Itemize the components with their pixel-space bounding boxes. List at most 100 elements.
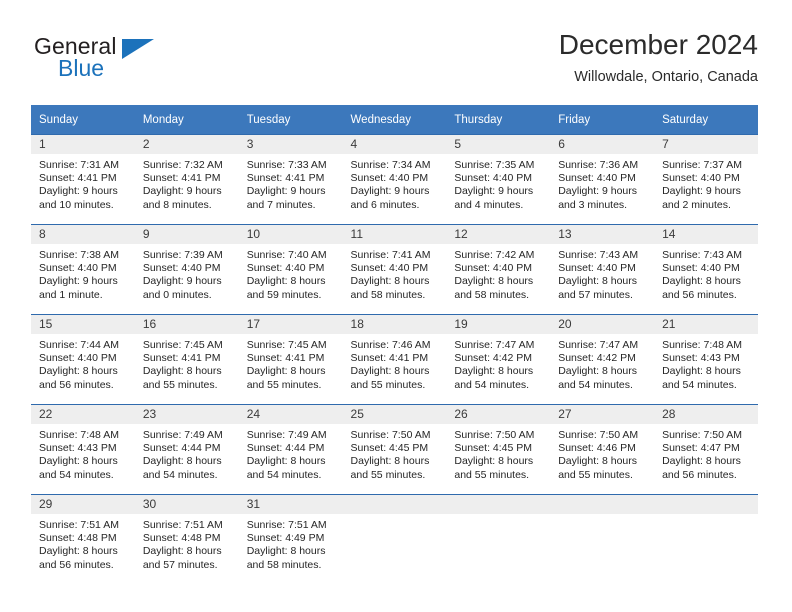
sunrise-text: Sunrise: 7:44 AM [39, 339, 119, 351]
calendar-cell: 22 Sunrise: 7:48 AM Sunset: 4:43 PM Dayl… [31, 404, 135, 494]
daylight-text-line2: and 56 minutes. [39, 378, 114, 391]
day-cell[interactable]: 20 Sunrise: 7:47 AM Sunset: 4:42 PM Dayl… [550, 314, 655, 404]
triangle-icon [122, 39, 154, 59]
day-cell[interactable]: 24 Sunrise: 7:49 AM Sunset: 4:44 PM Dayl… [238, 404, 343, 494]
daylight-text-line1: Daylight: 8 hours [558, 275, 638, 288]
calendar-cell: 2 Sunrise: 7:32 AM Sunset: 4:41 PM Dayli… [134, 134, 239, 224]
daylight-text-line2: and 54 minutes. [246, 468, 322, 481]
daylight-text-line2: and 54 minutes. [662, 378, 737, 391]
daylight-text-line2: and 55 minutes. [142, 378, 218, 391]
day-cell[interactable]: 31 Sunrise: 7:51 AM Sunset: 4:49 PM Dayl… [238, 494, 343, 584]
sunrise-text: Sunrise: 7:31 AM [39, 159, 119, 171]
day-details: Sunrise: 7:51 AM Sunset: 4:48 PM Dayligh… [31, 514, 135, 572]
sunset-text: Sunset: 4:41 PM [39, 172, 117, 185]
calendar-cell: 14 Sunrise: 7:43 AM Sunset: 4:40 PM Dayl… [654, 224, 758, 314]
daylight-text-line1: Daylight: 8 hours [558, 455, 638, 468]
day-cell[interactable]: 29 Sunrise: 7:51 AM Sunset: 4:48 PM Dayl… [31, 494, 135, 584]
day-cell[interactable]: 30 Sunrise: 7:51 AM Sunset: 4:48 PM Dayl… [134, 494, 239, 584]
sunrise-text: Sunrise: 7:41 AM [350, 249, 431, 261]
day-cell[interactable]: 16 Sunrise: 7:45 AM Sunset: 4:41 PM Dayl… [134, 314, 239, 404]
day-number: 31 [238, 495, 343, 514]
day-cell[interactable]: 28 Sunrise: 7:50 AM Sunset: 4:47 PM Dayl… [654, 404, 758, 494]
sunset-text: Sunset: 4:40 PM [558, 172, 636, 185]
day-cell[interactable]: 18 Sunrise: 7:46 AM Sunset: 4:41 PM Dayl… [342, 314, 447, 404]
day-details: Sunrise: 7:50 AM Sunset: 4:47 PM Dayligh… [654, 424, 758, 482]
daylight-text-line1: Daylight: 8 hours [39, 545, 118, 558]
day-cell[interactable]: 3 Sunrise: 7:33 AM Sunset: 4:41 PM Dayli… [238, 134, 343, 224]
day-cell[interactable]: 9 Sunrise: 7:39 AM Sunset: 4:40 PM Dayli… [134, 224, 239, 314]
day-cell[interactable]: 15 Sunrise: 7:44 AM Sunset: 4:40 PM Dayl… [31, 314, 135, 404]
sunrise-text: Sunrise: 7:51 AM [39, 519, 119, 531]
day-cell[interactable]: 10 Sunrise: 7:40 AM Sunset: 4:40 PM Dayl… [238, 224, 343, 314]
sunset-text: Sunset: 4:40 PM [39, 262, 117, 275]
calendar-cell: 27 Sunrise: 7:50 AM Sunset: 4:46 PM Dayl… [550, 404, 655, 494]
day-cell[interactable]: 27 Sunrise: 7:50 AM Sunset: 4:46 PM Dayl… [550, 404, 655, 494]
general-blue-logo[interactable]: General Blue [34, 33, 254, 91]
day-cell[interactable]: 12 Sunrise: 7:42 AM Sunset: 4:40 PM Dayl… [446, 224, 551, 314]
daylight-text-line1: Daylight: 9 hours [454, 185, 534, 198]
day-cell[interactable]: 13 Sunrise: 7:43 AM Sunset: 4:40 PM Dayl… [550, 224, 655, 314]
day-cell[interactable]: 2 Sunrise: 7:32 AM Sunset: 4:41 PM Dayli… [134, 134, 239, 224]
day-cell[interactable]: 26 Sunrise: 7:50 AM Sunset: 4:45 PM Dayl… [446, 404, 551, 494]
day-cell[interactable]: 21 Sunrise: 7:48 AM Sunset: 4:43 PM Dayl… [654, 314, 758, 404]
sunrise-text: Sunrise: 7:51 AM [246, 519, 327, 531]
day-cell[interactable]: 19 Sunrise: 7:47 AM Sunset: 4:42 PM Dayl… [446, 314, 551, 404]
day-details: Sunrise: 7:43 AM Sunset: 4:40 PM Dayligh… [654, 244, 758, 302]
day-details: Sunrise: 7:49 AM Sunset: 4:44 PM Dayligh… [239, 424, 343, 482]
day-details: Sunrise: 7:42 AM Sunset: 4:40 PM Dayligh… [446, 244, 550, 302]
weekday-header-friday: Friday [550, 105, 655, 134]
day-details: Sunrise: 7:35 AM Sunset: 4:40 PM Dayligh… [446, 154, 550, 212]
calendar-body: 1 Sunrise: 7:31 AM Sunset: 4:41 PM Dayli… [31, 134, 758, 584]
day-details: Sunrise: 7:41 AM Sunset: 4:40 PM Dayligh… [343, 244, 447, 302]
sunset-text: Sunset: 4:40 PM [558, 262, 636, 275]
sunset-text: Sunset: 4:40 PM [454, 172, 533, 185]
day-number: 13 [550, 225, 655, 244]
daylight-text-line1: Daylight: 8 hours [246, 275, 326, 288]
daylight-text-line2: and 2 minutes. [662, 198, 731, 211]
day-number: 1 [31, 135, 135, 154]
calendar-cell: 3 Sunrise: 7:33 AM Sunset: 4:41 PM Dayli… [238, 134, 343, 224]
day-number [654, 495, 758, 514]
day-cell[interactable]: 6 Sunrise: 7:36 AM Sunset: 4:40 PM Dayli… [550, 134, 655, 224]
calendar-cell: 1 Sunrise: 7:31 AM Sunset: 4:41 PM Dayli… [31, 134, 135, 224]
day-number: 5 [446, 135, 551, 154]
sunset-text: Sunset: 4:41 PM [350, 352, 429, 365]
day-cell[interactable]: 22 Sunrise: 7:48 AM Sunset: 4:43 PM Dayl… [31, 404, 135, 494]
calendar-cell: 20 Sunrise: 7:47 AM Sunset: 4:42 PM Dayl… [550, 314, 655, 404]
daylight-text-line1: Daylight: 8 hours [39, 455, 118, 468]
sunrise-text: Sunrise: 7:45 AM [246, 339, 327, 351]
daylight-text-line2: and 7 minutes. [246, 198, 316, 211]
day-number: 30 [134, 495, 239, 514]
day-cell[interactable]: 25 Sunrise: 7:50 AM Sunset: 4:45 PM Dayl… [342, 404, 447, 494]
day-cell[interactable]: 1 Sunrise: 7:31 AM Sunset: 4:41 PM Dayli… [31, 134, 135, 224]
calendar-cell: 16 Sunrise: 7:45 AM Sunset: 4:41 PM Dayl… [134, 314, 239, 404]
day-cell[interactable]: 17 Sunrise: 7:45 AM Sunset: 4:41 PM Dayl… [238, 314, 343, 404]
weekday-header-wednesday: Wednesday [342, 105, 447, 134]
daylight-text-line1: Daylight: 8 hours [350, 275, 430, 288]
sunset-text: Sunset: 4:49 PM [246, 532, 325, 545]
daylight-text-line1: Daylight: 8 hours [39, 365, 118, 378]
day-number: 4 [342, 135, 447, 154]
daylight-text-line2: and 1 minute. [39, 288, 103, 301]
sunset-text: Sunset: 4:40 PM [350, 262, 429, 275]
daylight-text-line1: Daylight: 9 hours [142, 275, 222, 288]
day-cell[interactable]: 11 Sunrise: 7:41 AM Sunset: 4:40 PM Dayl… [342, 224, 447, 314]
day-cell-empty [446, 494, 551, 584]
sunrise-text: Sunrise: 7:33 AM [246, 159, 327, 171]
calendar-cell: 25 Sunrise: 7:50 AM Sunset: 4:45 PM Dayl… [342, 404, 447, 494]
daylight-text-line2: and 8 minutes. [142, 198, 212, 211]
day-cell[interactable]: 14 Sunrise: 7:43 AM Sunset: 4:40 PM Dayl… [654, 224, 758, 314]
daylight-text-line2: and 56 minutes. [662, 468, 737, 481]
sunset-text: Sunset: 4:45 PM [350, 442, 429, 455]
day-cell[interactable]: 5 Sunrise: 7:35 AM Sunset: 4:40 PM Dayli… [446, 134, 551, 224]
day-details: Sunrise: 7:34 AM Sunset: 4:40 PM Dayligh… [343, 154, 447, 212]
day-cell[interactable]: 4 Sunrise: 7:34 AM Sunset: 4:40 PM Dayli… [342, 134, 447, 224]
calendar-week-row: 29 Sunrise: 7:51 AM Sunset: 4:48 PM Dayl… [31, 494, 758, 584]
calendar-cell: 5 Sunrise: 7:35 AM Sunset: 4:40 PM Dayli… [446, 134, 551, 224]
day-number: 12 [446, 225, 551, 244]
calendar-cell: 19 Sunrise: 7:47 AM Sunset: 4:42 PM Dayl… [446, 314, 551, 404]
day-cell[interactable]: 7 Sunrise: 7:37 AM Sunset: 4:40 PM Dayli… [654, 134, 758, 224]
day-cell[interactable]: 23 Sunrise: 7:49 AM Sunset: 4:44 PM Dayl… [134, 404, 239, 494]
day-cell[interactable]: 8 Sunrise: 7:38 AM Sunset: 4:40 PM Dayli… [31, 224, 135, 314]
sunset-text: Sunset: 4:43 PM [662, 352, 740, 365]
